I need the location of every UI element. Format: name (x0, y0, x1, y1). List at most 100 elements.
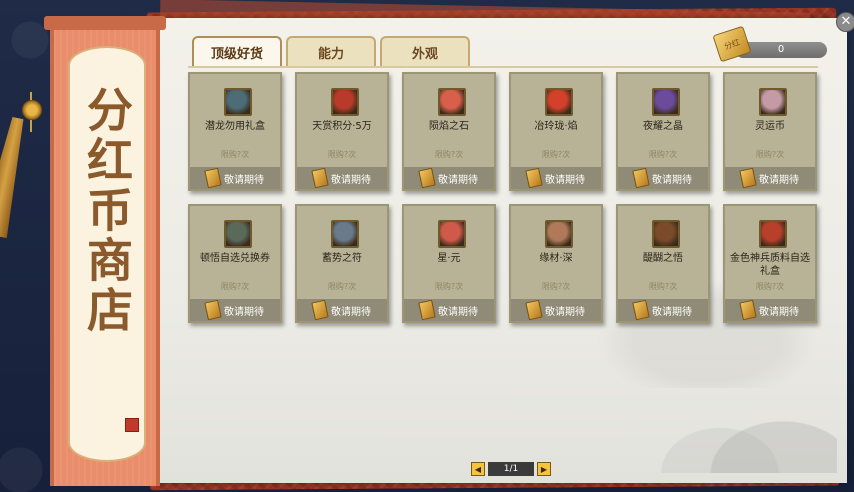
item-action-label: 敬请期待 (224, 174, 264, 186)
shop-title: 分红币商店 (80, 86, 134, 336)
ticket-icon (418, 167, 436, 189)
item-grid: 潜龙勿用礼盒 限购?次 敬请期待 天赏积分·5万 限购?次 敬请期待 陨焰之石 限购?次 敬请期… (188, 72, 817, 323)
close-button[interactable]: ✕ (836, 12, 854, 32)
item-name: 天赏积分·5万 (312, 121, 372, 132)
item-card[interactable]: 缘材·深限购?次敬请期待 (509, 204, 603, 323)
spirit-coin-icon (759, 88, 787, 116)
purple-crystal-icon (652, 88, 680, 116)
purchase-limit: 限购?次 (541, 150, 571, 159)
tab-bar: 顶级好货 能力 外观 (192, 36, 470, 68)
purchase-limit: 限购?次 (327, 150, 357, 159)
banner-top-bar (44, 16, 166, 30)
pager: ◀ 1/1 ▶ (471, 462, 551, 476)
tab-appearance[interactable]: 外观 (380, 36, 470, 66)
flame-gem-icon (545, 88, 573, 116)
purchase-limit: 限购?次 (220, 282, 250, 291)
purchase-limit: 限购?次 (434, 282, 464, 291)
item-card[interactable]: 灵运币限购?次敬请期待 (723, 72, 817, 191)
ticket-icon (632, 167, 650, 189)
item-action-label: 敬请期待 (438, 306, 478, 318)
item-card[interactable]: 醍醐之悟限购?次敬请期待 (616, 204, 710, 323)
item-card[interactable]: 陨焰之石限购?次敬请期待 (402, 72, 496, 191)
item-action[interactable]: 敬请期待 (297, 299, 387, 321)
item-card[interactable]: 潜龙勿用礼盒 限购?次敬请期待 (188, 72, 282, 191)
item-name: 醍醐之悟 (643, 253, 683, 264)
page-indicator: 1/1 (488, 462, 534, 476)
item-action[interactable]: 敬请期待 (404, 299, 494, 321)
tassel-knot-icon (22, 100, 42, 120)
item-action-label: 敬请期待 (759, 306, 799, 318)
ticket-icon (204, 299, 222, 321)
purchase-limit: 限购?次 (648, 150, 678, 159)
coin-label: 分红 (723, 37, 741, 51)
purchase-limit: 限购?次 (755, 150, 785, 159)
ticket-icon (525, 299, 543, 321)
item-action[interactable]: 敬请期待 (511, 299, 601, 321)
ticket-icon (418, 299, 436, 321)
mountain-decoration (657, 383, 837, 473)
voucher-icon (224, 220, 252, 248)
gourd-icon (652, 220, 680, 248)
purchase-limit: 限购?次 (648, 282, 678, 291)
ticket-icon (311, 299, 329, 321)
item-action[interactable]: 敬请期待 (511, 167, 601, 189)
ticket-icon (311, 167, 329, 189)
red-gift-box-icon (759, 220, 787, 248)
item-name: 陨焰之石 (429, 121, 469, 132)
item-card[interactable]: 星·元限购?次敬请期待 (402, 204, 496, 323)
item-action[interactable]: 敬请期待 (190, 167, 280, 189)
ticket-icon (739, 167, 757, 189)
tab-divider (188, 66, 818, 68)
seal-icon (125, 418, 139, 432)
item-name: 灵运币 (755, 121, 785, 132)
ticket-icon (525, 167, 543, 189)
ticket-icon (204, 167, 222, 189)
item-action[interactable]: 敬请期待 (404, 167, 494, 189)
item-name: 冶玲珑·焰 (534, 121, 578, 132)
item-action-label: 敬请期待 (331, 306, 371, 318)
item-card[interactable]: 夜耀之晶限购?次敬请期待 (616, 72, 710, 191)
purchase-limit: 限购?次 (541, 282, 571, 291)
prev-page-button[interactable]: ◀ (471, 462, 485, 476)
ticket-icon (739, 299, 757, 321)
purchase-limit: 限购?次 (755, 282, 785, 291)
star-essence-icon (438, 220, 466, 248)
item-card[interactable]: 顿悟自选兑换券 限购?次敬请期待 (188, 204, 282, 323)
item-card[interactable]: 金色神兵质料自选礼盒限购?次敬请期待 (723, 204, 817, 323)
item-action[interactable]: 敬请期待 (190, 299, 280, 321)
item-name: 星·元 (437, 253, 461, 264)
banner-scroll: 分红币商店 (68, 46, 146, 462)
talisman-icon (331, 220, 359, 248)
treasure-chest-icon (331, 88, 359, 116)
item-name: 缘材·深 (539, 253, 573, 264)
purchase-limit: 限购?次 (220, 150, 250, 159)
item-name: 潜龙勿用礼盒 (205, 121, 265, 132)
item-action[interactable]: 敬请期待 (618, 167, 708, 189)
item-action[interactable]: 敬请期待 (618, 299, 708, 321)
purchase-limit: 限购?次 (327, 282, 357, 291)
tab-top-goods[interactable]: 顶级好货 (192, 36, 282, 66)
item-card[interactable]: 冶玲珑·焰限购?次敬请期待 (509, 72, 603, 191)
item-action[interactable]: 敬请期待 (725, 167, 815, 189)
item-action-label: 敬请期待 (331, 174, 371, 186)
item-card[interactable]: 蓄势之符限购?次敬请期待 (295, 204, 389, 323)
fate-material-icon (545, 220, 573, 248)
tab-ability[interactable]: 能力 (286, 36, 376, 66)
shop-banner: 分红币商店 (50, 18, 160, 486)
ticket-icon (632, 299, 650, 321)
item-action-label: 敬请期待 (652, 306, 692, 318)
item-action-label: 敬请期待 (545, 306, 585, 318)
item-name: 蓄势之符 (322, 253, 362, 264)
fire-stone-icon (438, 88, 466, 116)
item-action[interactable]: 敬请期待 (297, 167, 387, 189)
item-name: 金色神兵质料自选礼盒 (730, 253, 810, 277)
next-page-button[interactable]: ▶ (537, 462, 551, 476)
item-action-label: 敬请期待 (438, 174, 478, 186)
item-action[interactable]: 敬请期待 (725, 299, 815, 321)
item-name: 夜耀之晶 (643, 121, 683, 132)
purchase-limit: 限购?次 (434, 150, 464, 159)
item-action-label: 敬请期待 (652, 174, 692, 186)
item-card[interactable]: 天赏积分·5万 限购?次敬请期待 (295, 72, 389, 191)
item-name: 顿悟自选兑换券 (200, 253, 270, 264)
item-action-label: 敬请期待 (759, 174, 799, 186)
